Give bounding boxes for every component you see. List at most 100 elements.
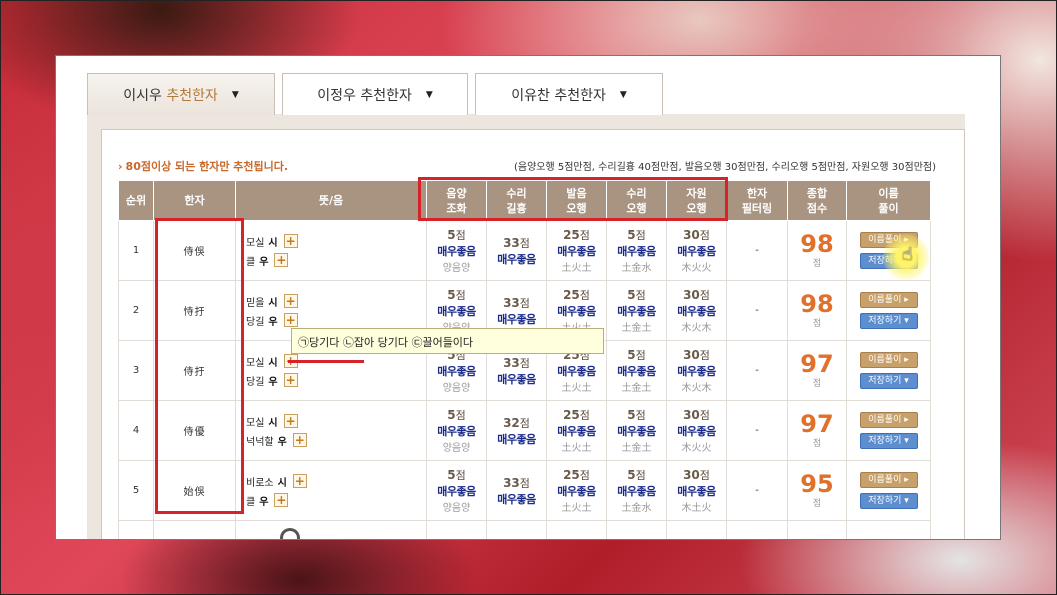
total-unit: 점 [812,319,822,329]
score-cell: 30점 매우좋음 木土火 [666,460,727,521]
rank-cell: 2 [118,280,154,341]
name-analysis-button[interactable]: 이름풀이 ▸ [859,352,918,368]
save-button[interactable]: 저장하기 ▾ [859,433,918,449]
hanja-table: 순위 한자 뜻/음 음양 조화 수리 길흉 발음 오행 수리 오행 자원 오행 한자 필터링… [118,180,931,539]
score-points: 33점 [503,355,530,370]
name-analysis-button[interactable]: 이름풀이 ▸ [859,412,918,428]
save-button[interactable]: 저장하기 ▾ [859,493,918,509]
score-evaluation: 매우좋음 [617,485,656,498]
plus-icon[interactable]: + [283,294,298,308]
score-cell: 5점 매우좋음 土金土 [606,340,667,401]
score-points: 30점 [683,288,710,302]
plus-icon[interactable]: + [283,414,298,428]
meaning-word: 클 [246,256,256,268]
meaning-word: 모실 [246,237,265,249]
plus-icon[interactable]: + [283,373,298,387]
score-detail: 土火土 [561,443,592,454]
score-cell: 5점 매우좋음 土金水 [606,460,667,521]
score-cell: 30점 매우좋음 木火木 [666,280,727,341]
empty-cell [426,520,487,539]
tab-person-2[interactable]: 이정우 추천한자 ▼ [282,73,468,115]
sound-char: 우 [268,376,278,388]
caret-down-icon: ▼ [231,89,239,100]
plus-icon[interactable]: + [283,313,298,327]
score-detail: 土金土 [621,323,652,334]
score-detail: 土金水 [621,503,652,514]
header-hanja-filter: 한자 필터링 [726,180,788,221]
save-button[interactable]: 저장하기 ▾ [859,313,918,329]
table-row: 5 始俁 비로소 시 + 클 우 + 5점 매우좋음 양음양 33점 매우좋음 25점 매… [118,460,931,521]
score-detail: 양음양 [442,263,471,274]
score-points: 5점 [447,468,466,482]
tab-label-name: 이유찬 [511,87,550,104]
tab-person-3[interactable]: 이유찬 추천한자 ▼ [475,73,663,115]
tab-label-suffix: 추천한자 [554,87,606,104]
score-evaluation: 매우좋음 [437,485,476,498]
score-evaluation: 매우좋음 [677,245,716,258]
score-points: 5점 [627,468,646,482]
tab-label-suffix: 추천한자 [166,87,218,104]
table-row [118,520,931,539]
score-detail: 양음양 [442,443,471,454]
total-unit: 점 [812,379,822,389]
score-detail: 木土火 [681,503,712,514]
plus-icon[interactable]: + [274,253,289,267]
tab-label-name: 이정우 [317,87,356,104]
tab-label-name: 이시우 [123,87,162,104]
empty-cell [546,520,607,539]
sound-char: 우 [259,496,269,508]
meaning-word: 클 [246,496,256,508]
header-total-score: 종합 점수 [787,180,847,221]
name-analysis-button[interactable]: 이름풀이 ▸ [859,292,918,308]
score-cell: 33점 매우좋음 [486,460,547,521]
name-analysis-button[interactable]: 이름풀이 ▸ [859,472,918,488]
header-jawon-ohaeng: 자원 오행 [666,180,727,221]
score-points: 5점 [447,228,466,242]
score-points: 33점 [503,235,530,250]
tab-person-1[interactable]: 이시우 추천한자 ▼ [87,73,275,115]
total-score: 98 [800,230,834,258]
meaning-word: 모실 [246,417,265,429]
rank-cell: 1 [118,220,154,281]
plus-icon[interactable]: + [292,474,307,488]
score-points: 25점 [563,408,590,422]
total-unit: 점 [812,439,822,449]
sound-char: 시 [268,417,278,429]
scoring-legend: (음양오행 5점만점, 수리길흉 40점만점, 발음오행 30점만점, 수리오행… [513,162,936,173]
plus-icon[interactable]: + [283,234,298,248]
total-score: 95 [800,470,834,498]
action-cell: 이름풀이 ▸ 저장하기 ▾ [846,280,931,341]
score-evaluation: 매우좋음 [557,305,596,318]
header-meaning: 뜻/음 [235,180,427,221]
score-cell: 33점 매우좋음 [486,220,547,281]
score-points: 32점 [503,415,530,430]
header-suri-ohaeng: 수리 오행 [606,180,667,221]
meaning-cell: 모실 시 + 클 우 + [235,220,427,281]
empty-cell [787,520,847,539]
score-points: 25점 [563,288,590,302]
total-unit: 점 [812,259,822,269]
score-evaluation: 매우좋음 [677,425,716,438]
plus-icon[interactable]: + [283,354,298,368]
header-pronunciation-ohaeng: 발음 오행 [546,180,607,221]
meaning-word: 당길 [246,316,265,328]
score-points: 33점 [503,295,530,310]
total-score-cell: 95 점 [787,460,847,521]
score-cell: 5점 매우좋음 土金土 [606,400,667,461]
score-evaluation: 매우좋음 [557,485,596,498]
meaning-cell: 비로소 시 + 클 우 + [235,460,427,521]
filter-cell: - [726,340,788,401]
empty-cell [666,520,727,539]
sound-char: 시 [268,297,278,309]
plus-icon[interactable]: + [274,493,289,507]
meaning-word: 당길 [246,376,265,388]
sound-char: 우 [277,436,287,448]
save-button[interactable]: 저장하기 ▾ [859,373,918,389]
score-points: 5점 [627,348,646,362]
score-evaluation: 매우좋음 [497,372,536,386]
plus-icon[interactable]: + [292,433,307,447]
rank-cell: 5 [118,460,154,521]
total-score: 98 [800,290,834,318]
score-points: 5점 [627,288,646,302]
score-points: 5점 [627,408,646,422]
